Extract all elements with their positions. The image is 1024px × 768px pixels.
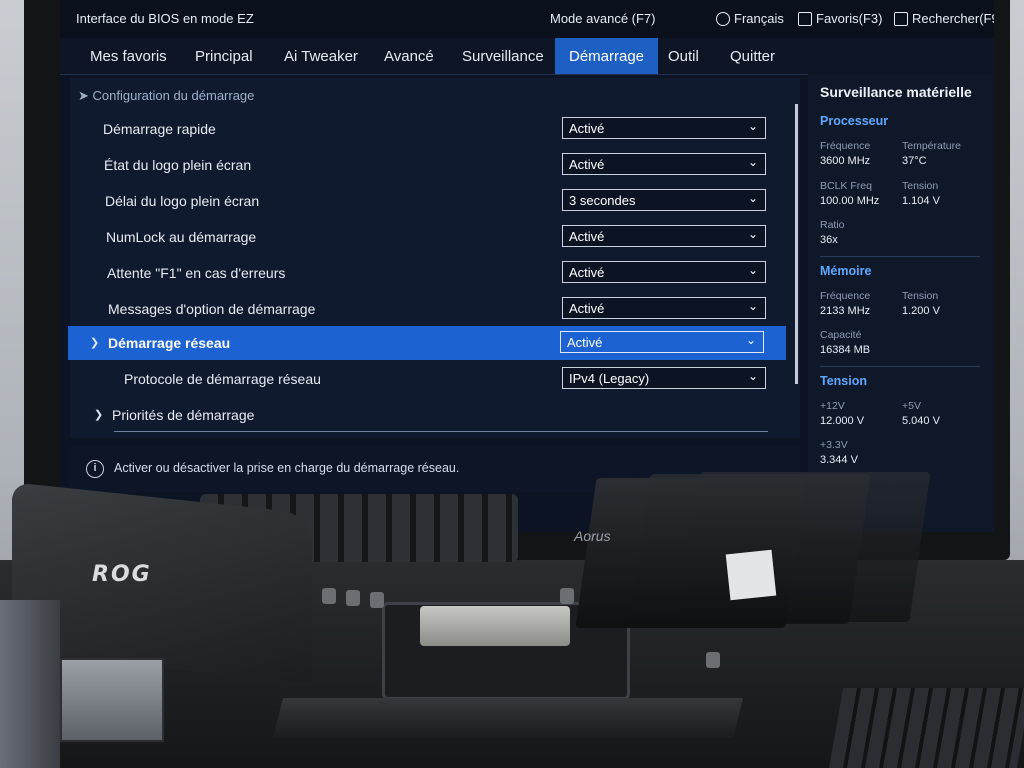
- capacitor: [370, 592, 384, 608]
- rog-logo: ROG: [92, 562, 152, 587]
- mem-cap-label: Capacité: [820, 329, 862, 341]
- hardware-monitor-panel: Surveillance matérielle Processeur Fréqu…: [808, 74, 994, 532]
- section-title[interactable]: ➤ Configuration du démarrage: [78, 88, 254, 104]
- logo-delay-dropdown[interactable]: 3 secondes ⌄: [562, 189, 766, 211]
- mem-volt-value: 1.200 V: [902, 305, 940, 317]
- tab-favorites[interactable]: Mes favoris: [90, 38, 167, 74]
- chipset-heatsink: [828, 688, 1024, 768]
- search-button[interactable]: Rechercher(F9): [894, 11, 994, 26]
- v5-value: 5.040 V: [902, 415, 940, 427]
- setting-row-wait-f1[interactable]: Attente "F1" en cas d'erreurs Activé ⌄: [70, 256, 790, 290]
- motherboard: ROG Aorus: [0, 470, 1024, 768]
- setting-row-logo[interactable]: État du logo plein écran Activé ⌄: [70, 148, 790, 182]
- ram-module: [679, 472, 931, 622]
- chevron-down-icon: ⌄: [747, 227, 758, 241]
- boot-priorities-item[interactable]: ❯ Priorités de démarrage: [70, 398, 790, 432]
- language-button[interactable]: Français: [716, 11, 784, 26]
- bios-screen: Interface du BIOS en mode EZ Mode avancé…: [60, 0, 994, 532]
- chevron-right-icon: ❯: [94, 409, 104, 421]
- chevron-down-icon: ⌄: [747, 263, 758, 277]
- io-ports: [0, 600, 60, 768]
- advanced-mode-button[interactable]: Mode avancé (F7): [550, 11, 656, 26]
- tab-advanced[interactable]: Avancé: [384, 38, 434, 74]
- bclk-label: BCLK Freq: [820, 180, 872, 192]
- logo-dropdown[interactable]: Activé ⌄: [562, 153, 766, 175]
- chevron-down-icon: ⌄: [747, 155, 758, 169]
- mem-freq-label: Fréquence: [820, 290, 871, 302]
- cpu-freq-label: Fréquence: [820, 140, 871, 152]
- v33-label: +3.3V: [820, 439, 848, 451]
- ratio-value: 36x: [820, 234, 838, 246]
- bios-title: Interface du BIOS en mode EZ: [76, 11, 254, 26]
- chevron-down-icon: ⌄: [747, 299, 758, 313]
- ratio-label: Ratio: [820, 219, 845, 231]
- chevron-down-icon: ⌄: [747, 119, 758, 133]
- io-port-block: [60, 658, 164, 742]
- setting-row-option-messages[interactable]: Messages d'option de démarrage Activé ⌄: [70, 292, 790, 326]
- cpu: [420, 606, 570, 646]
- cpu-temp-value: 37°C: [902, 155, 927, 167]
- chevron-down-icon: ⌄: [747, 369, 758, 383]
- chevron-down-icon: ⌄: [747, 191, 758, 205]
- chevron-right-icon: ❯: [90, 337, 100, 349]
- favorites-button[interactable]: Favoris(F3): [798, 11, 882, 26]
- tab-ai-tweaker[interactable]: Ai Tweaker: [284, 38, 358, 74]
- settings-panel: ➤ Configuration du démarrage Démarrage r…: [68, 78, 800, 438]
- globe-icon: [716, 12, 730, 26]
- settings-scrollbar[interactable]: [795, 104, 798, 384]
- tab-main[interactable]: Principal: [195, 38, 253, 74]
- cpu-temp-label: Température: [902, 140, 961, 152]
- divider: [820, 366, 980, 367]
- v33-value: 3.344 V: [820, 454, 858, 466]
- mem-cap-value: 16384 MB: [820, 344, 871, 356]
- memory-heading: Mémoire: [820, 264, 872, 278]
- bios-topbar: Interface du BIOS en mode EZ Mode avancé…: [60, 0, 994, 38]
- setting-row-numlock[interactable]: NumLock au démarrage Activé ⌄: [70, 220, 790, 254]
- fast-boot-dropdown[interactable]: Activé ⌄: [562, 117, 766, 139]
- hardware-monitor-title: Surveillance matérielle: [820, 84, 972, 100]
- v12-value: 12.000 V: [820, 415, 865, 427]
- tab-boot[interactable]: Démarrage: [555, 38, 659, 74]
- tab-monitor[interactable]: Surveillance: [462, 38, 544, 74]
- capacitor: [346, 590, 360, 606]
- setting-row-network-boot[interactable]: ❯ Démarrage réseau Activé ⌄: [68, 326, 786, 360]
- option-messages-dropdown[interactable]: Activé ⌄: [562, 297, 766, 319]
- cpu-freq-value: 3600 MHz: [820, 155, 871, 167]
- v5-label: +5V: [902, 400, 921, 412]
- setting-row-network-protocol[interactable]: Protocole de démarrage réseau IPv4 (Lega…: [70, 362, 790, 396]
- pcie-slot: [273, 698, 743, 738]
- mem-volt-label: Tension: [902, 290, 939, 302]
- ram-sticker: [725, 549, 777, 601]
- capacitor: [706, 652, 720, 668]
- tab-exit[interactable]: Quitter: [730, 38, 775, 74]
- setting-row-logo-delay[interactable]: Délai du logo plein écran 3 secondes ⌄: [70, 184, 790, 218]
- v12-label: +12V: [820, 400, 845, 412]
- divider: [114, 431, 768, 432]
- cpu-volt-label: Tension: [902, 180, 939, 192]
- setting-row-fast-boot[interactable]: Démarrage rapide Activé ⌄: [70, 112, 790, 146]
- chevron-down-icon: ⌄: [745, 333, 756, 347]
- network-protocol-dropdown[interactable]: IPv4 (Legacy) ⌄: [562, 367, 766, 389]
- ram-brand: Aorus: [574, 528, 611, 544]
- voltage-heading: Tension: [820, 374, 867, 388]
- wait-f1-dropdown[interactable]: Activé ⌄: [562, 261, 766, 283]
- bclk-value: 100.00 MHz: [820, 195, 880, 207]
- tab-tool[interactable]: Outil: [668, 38, 699, 74]
- network-boot-dropdown[interactable]: Activé ⌄: [560, 331, 764, 353]
- mem-freq-value: 2133 MHz: [820, 305, 871, 317]
- star-icon: [798, 12, 812, 26]
- capacitor: [560, 588, 574, 604]
- cpu-heading: Processeur: [820, 114, 889, 128]
- main-tabs: Mes favoris Principal Ai Tweaker Avancé …: [60, 38, 994, 75]
- divider: [820, 256, 980, 257]
- numlock-dropdown[interactable]: Activé ⌄: [562, 225, 766, 247]
- capacitor: [322, 588, 336, 604]
- cpu-volt-value: 1.104 V: [902, 195, 940, 207]
- search-icon: [894, 12, 908, 26]
